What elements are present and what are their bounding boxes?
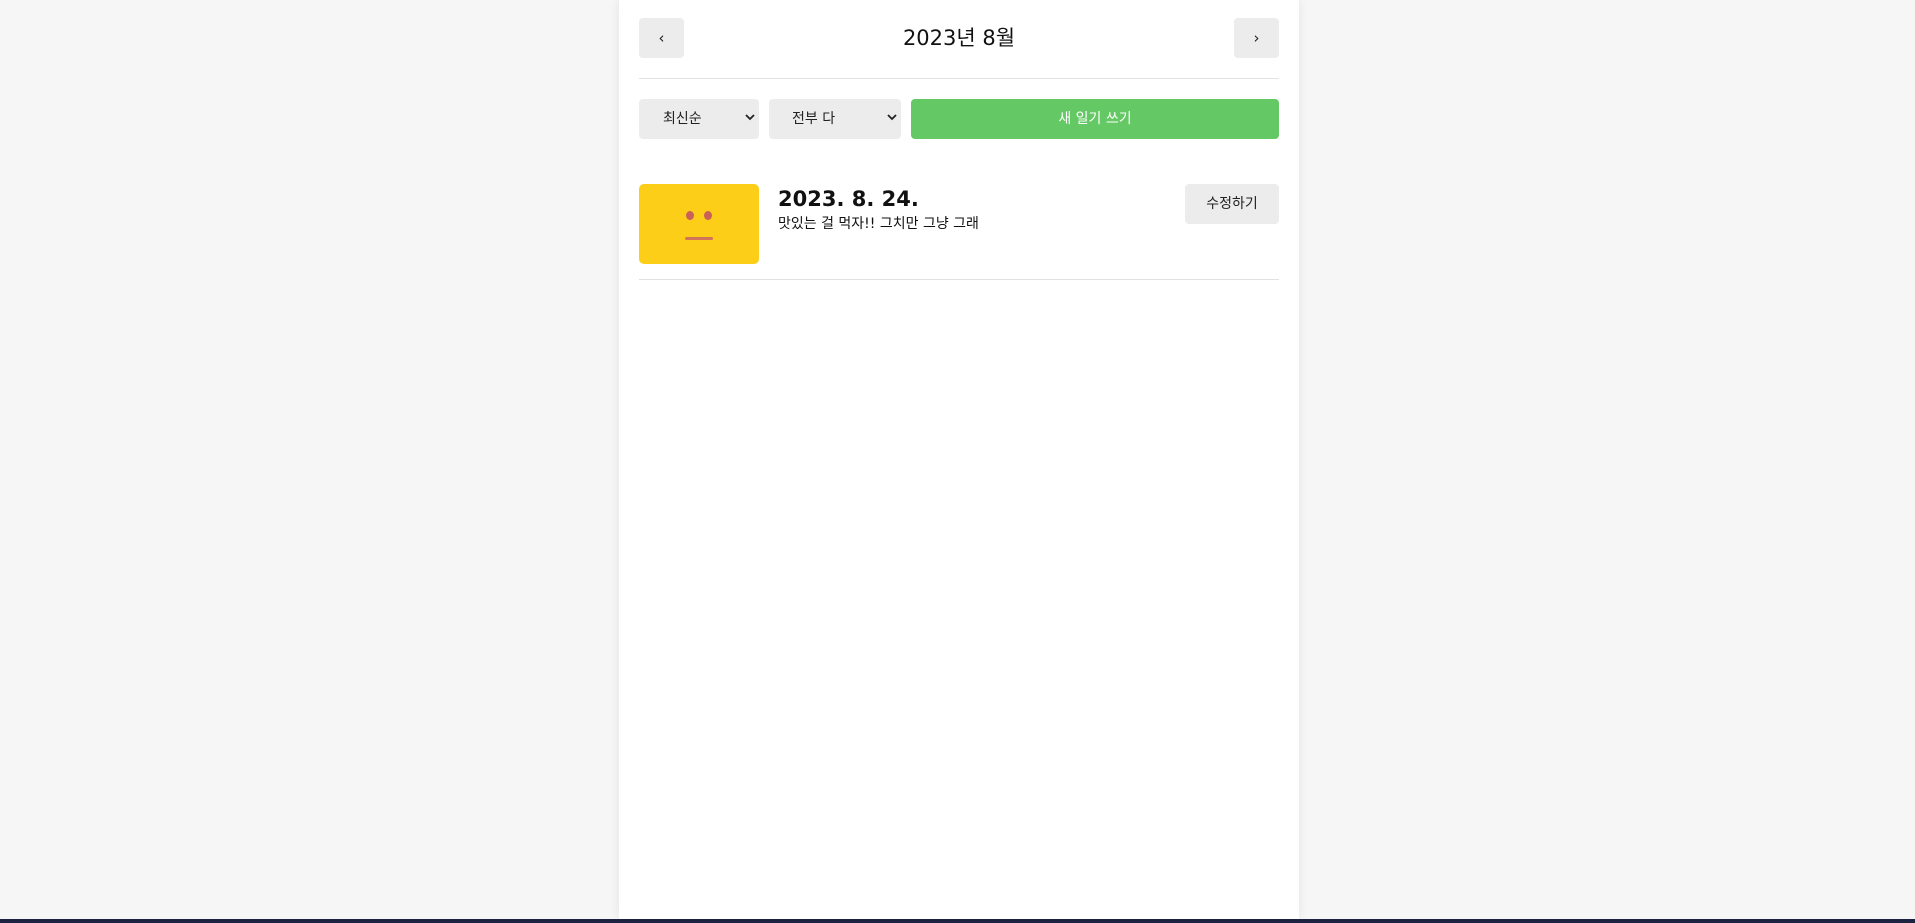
diary-item: 2023. 8. 24. 맛있는 걸 먹자!! 그치만 그냥 그래 수정하기 [639,184,1279,264]
chevron-down-icon [745,99,755,139]
chevron-left-icon: ‹ [658,29,665,47]
emotion-image[interactable] [639,184,759,264]
sort-select-value: 최신순 [663,111,702,127]
item-divider [639,279,1279,280]
page: ‹ 2023년 8월 › 최신순 전부 다 새 일기 쓰기 2023. 8. 2… [0,0,1915,923]
neutral-face-icon [685,211,713,240]
diary-date: 2023. 8. 24. [778,187,919,211]
edit-button[interactable]: 수정하기 [1185,184,1279,224]
diary-info[interactable]: 2023. 8. 24. 맛있는 걸 먹자!! 그치만 그냥 그래 [778,184,979,233]
prev-month-button[interactable]: ‹ [639,18,684,58]
emotion-filter-select[interactable]: 전부 다 [769,99,901,139]
month-title: 2023년 8월 [902,26,1016,50]
list-menu: 최신순 전부 다 새 일기 쓰기 [639,99,1279,139]
chevron-down-icon [887,99,897,139]
bottom-edge [0,919,1915,923]
filter-select-value: 전부 다 [792,111,836,127]
header-divider [639,78,1279,79]
chevron-right-icon: › [1253,29,1260,47]
diary-app: ‹ 2023년 8월 › 최신순 전부 다 새 일기 쓰기 2023. 8. 2… [619,0,1299,919]
header: ‹ 2023년 8월 › [639,18,1279,58]
diary-content-preview: 맛있는 걸 먹자!! 그치만 그냥 그래 [778,216,979,232]
next-month-button[interactable]: › [1234,18,1279,58]
sort-select[interactable]: 최신순 [639,99,759,139]
new-diary-button[interactable]: 새 일기 쓰기 [911,99,1279,139]
